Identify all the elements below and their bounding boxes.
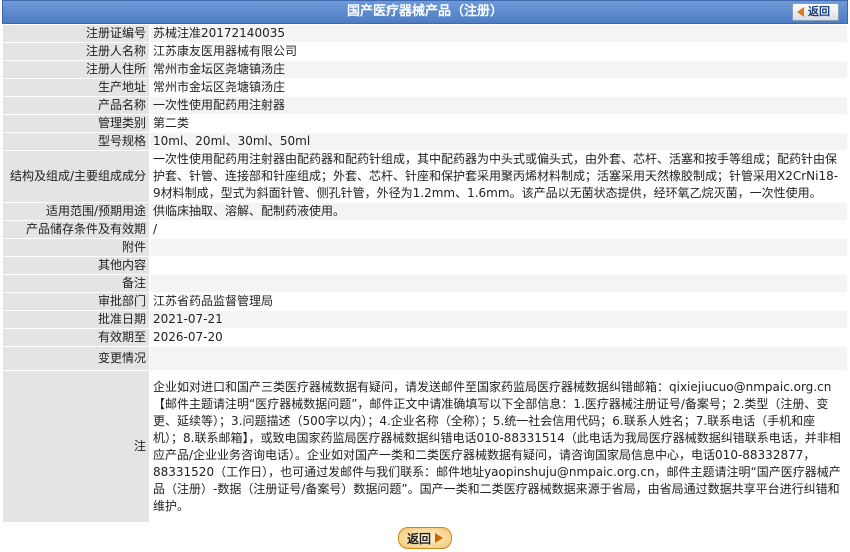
field-label: 产品储存条件及有效期 — [2, 220, 150, 239]
table-row: 备注 — [2, 274, 848, 293]
field-value: 企业如对进口和国产三类医疗器械数据有疑问，请发送邮件至国家药监局医疗器械数据纠错… — [149, 370, 848, 523]
table-row: 生产地址 常州市金坛区尧塘镇汤庄 — [2, 78, 848, 97]
field-value: 2021-07-21 — [149, 310, 848, 329]
back-button-top[interactable]: 返回 — [792, 3, 839, 21]
field-label: 管理类别 — [2, 114, 150, 133]
field-label: 变更情况 — [2, 346, 150, 371]
field-value: 2026-07-20 — [149, 328, 848, 347]
field-label: 适用范围/预期用途 — [2, 202, 150, 221]
field-value: 一次性使用配药用注射器 — [149, 96, 848, 115]
field-label: 生产地址 — [2, 78, 150, 97]
field-label: 注册人名称 — [2, 42, 150, 61]
table-row: 变更情况 — [2, 346, 848, 371]
field-label: 结构及组成/主要组成成分 — [2, 150, 150, 203]
field-label: 其他内容 — [2, 256, 150, 275]
page-title: 国产医疗器械产品（注册） — [346, 4, 503, 19]
field-label: 备注 — [2, 274, 150, 293]
detail-table: 注册证编号 苏械注准20172140035 注册人名称 江苏康友医用器械有限公司 注册人… — [2, 24, 848, 523]
field-value: 江苏康友医用器械有限公司 — [149, 42, 848, 61]
table-row: 批准日期 2021-07-21 — [2, 310, 848, 329]
field-label: 批准日期 — [2, 310, 150, 329]
table-row: 附件 — [2, 238, 848, 257]
field-value: 常州市金坛区尧塘镇汤庄 — [149, 78, 848, 97]
back-button-top-label: 返回 — [808, 5, 830, 18]
field-value: 常州市金坛区尧塘镇汤庄 — [149, 60, 848, 79]
table-row: 管理类别 第二类 — [2, 114, 848, 133]
field-value — [149, 256, 848, 275]
back-bottom-wrap: 返回 — [0, 527, 850, 549]
table-row: 注册人名称 江苏康友医用器械有限公司 — [2, 42, 848, 61]
field-value — [149, 346, 848, 371]
field-value: / — [149, 220, 848, 239]
arrow-left-icon — [797, 7, 804, 17]
table-row: 结构及组成/主要组成成分 一次性使用配药用注射器由配药器和配药针组成，其中配药器为… — [2, 150, 848, 203]
table-row: 注册证编号 苏械注准20172140035 — [2, 24, 848, 43]
table-row: 型号规格 10ml、20ml、30ml、50ml — [2, 132, 848, 151]
field-label: 附件 — [2, 238, 150, 257]
field-value: 江苏省药品监督管理局 — [149, 292, 848, 311]
table-row: 其他内容 — [2, 256, 848, 275]
table-row: 有效期至 2026-07-20 — [2, 328, 848, 347]
field-label: 审批部门 — [2, 292, 150, 311]
back-button-bottom-label: 返回 — [406, 531, 431, 546]
field-label: 注册证编号 — [2, 24, 150, 43]
table-row: 产品储存条件及有效期 / — [2, 220, 848, 239]
table-row: 注企业如对进口和国产三类医疗器械数据有疑问，请发送邮件至国家药监局医疗器械数据纠… — [2, 370, 848, 523]
field-value: 一次性使用配药用注射器由配药器和配药针组成，其中配药器为中头式或偏头式，由外套、… — [149, 150, 848, 203]
field-label: 注册人住所 — [2, 60, 150, 79]
field-value: 第二类 — [149, 114, 848, 133]
page-title-bar: 国产医疗器械产品（注册） 返回 — [2, 0, 848, 24]
arrow-right-icon — [435, 533, 443, 543]
table-row: 审批部门 江苏省药品监督管理局 — [2, 292, 848, 311]
back-button-bottom[interactable]: 返回 — [397, 527, 452, 549]
field-value: 10ml、20ml、30ml、50ml — [149, 132, 848, 151]
field-label: 产品名称 — [2, 96, 150, 115]
table-row: 产品名称 一次性使用配药用注射器 — [2, 96, 848, 115]
field-value: 供临床抽取、溶解、配制药液使用。 — [149, 202, 848, 221]
field-label: 有效期至 — [2, 328, 150, 347]
field-label: 型号规格 — [2, 132, 150, 151]
field-value — [149, 238, 848, 257]
table-row: 适用范围/预期用途 供临床抽取、溶解、配制药液使用。 — [2, 202, 848, 221]
table-row: 注册人住所 常州市金坛区尧塘镇汤庄 — [2, 60, 848, 79]
field-label: 注 — [2, 370, 150, 523]
field-value — [149, 274, 848, 293]
field-value: 苏械注准20172140035 — [149, 24, 848, 43]
